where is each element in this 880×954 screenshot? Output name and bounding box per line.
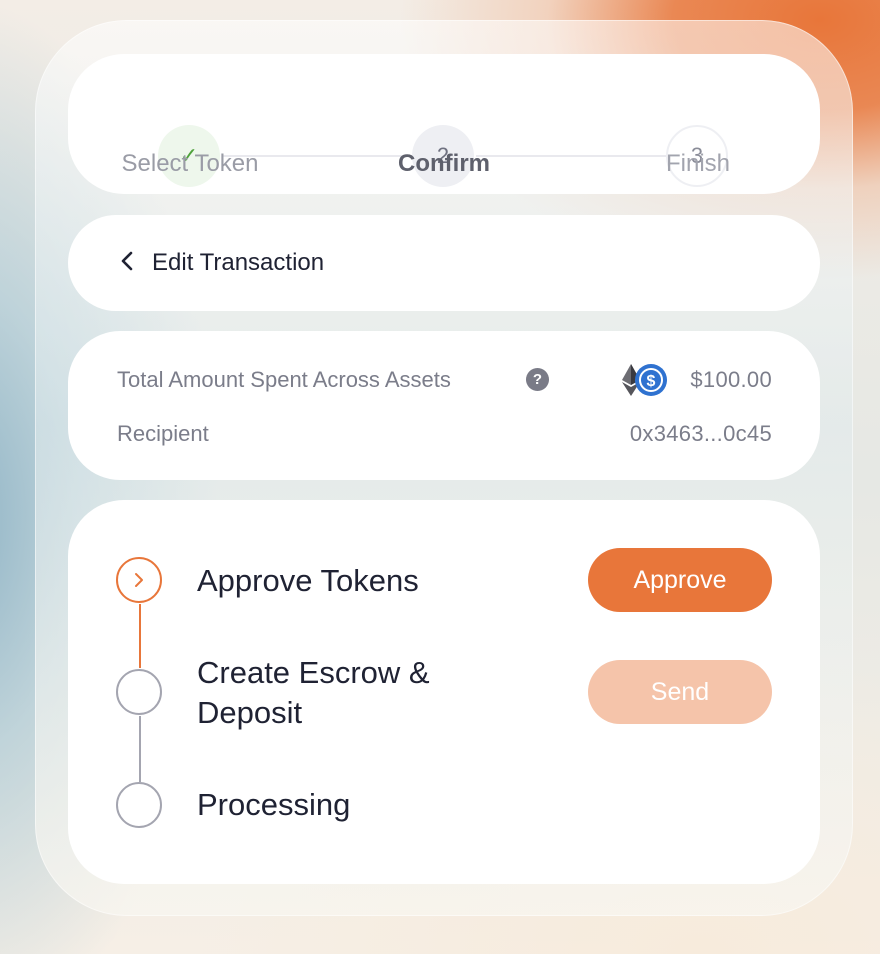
- step-approve-title: Approve Tokens: [197, 563, 419, 598]
- total-amount-label: Total Amount Spent Across Assets: [117, 367, 451, 392]
- chevron-left-icon: [120, 250, 134, 276]
- step-pending-marker: [116, 782, 162, 828]
- recipient-label: Recipient: [117, 421, 209, 446]
- step-processing-title: Processing: [197, 787, 351, 822]
- help-icon[interactable]: ?: [526, 368, 549, 391]
- step-current-marker: [116, 557, 162, 603]
- chevron-right-icon: [135, 573, 143, 587]
- send-button[interactable]: Send: [588, 660, 772, 724]
- edit-transaction-label: Edit Transaction: [152, 249, 325, 276]
- step-escrow-title-line1: Create Escrow &: [197, 655, 430, 690]
- transaction-steps: Approve Tokens Approve Create Escrow & D…: [68, 500, 820, 884]
- usdc-icon: $: [635, 364, 667, 396]
- step-1-label: Select Token: [121, 150, 259, 177]
- approve-button[interactable]: Approve: [588, 548, 772, 612]
- step-escrow-title-line2: Deposit: [197, 695, 303, 730]
- step-3-label: Finish: [665, 150, 731, 177]
- recipient-address: 0x3463...0c45: [629, 421, 772, 446]
- timeline-connector: [139, 716, 141, 782]
- timeline-connector-active: [139, 604, 141, 668]
- total-amount-value: $100.00: [690, 367, 772, 392]
- svg-text:$: $: [647, 373, 656, 390]
- transaction-summary: Total Amount Spent Across Assets ? $ $10…: [68, 331, 820, 480]
- progress-stepper: ✓ 2 3 Select Token Confirm Finish: [68, 54, 820, 194]
- step-2-label: Confirm: [398, 150, 490, 177]
- token-icons: $: [620, 363, 668, 397]
- step-escrow-title: Create Escrow & Deposit: [197, 653, 430, 733]
- edit-transaction-button[interactable]: Edit Transaction: [68, 215, 820, 311]
- step-pending-marker: [116, 669, 162, 715]
